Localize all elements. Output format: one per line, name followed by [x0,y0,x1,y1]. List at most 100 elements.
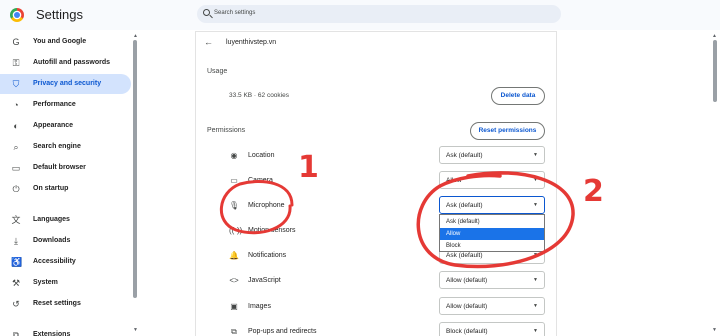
palette-icon: ◐ [13,121,19,131]
sidebar-scroll-up-icon[interactable]: ▲ [133,33,138,39]
permission-select[interactable]: Ask (default) ▼ [439,146,545,164]
permission-row-javascript: <> JavaScript Allow (default) ▼ [196,269,556,293]
location-pin-icon: ◉ [230,151,238,160]
main-scroll-up-icon[interactable]: ▲ [712,33,717,39]
permission-label: Pop-ups and redirects [248,328,317,335]
google-icon: G [12,37,20,47]
key-icon: ⚿ [12,58,20,68]
sidebar-item-label: Accessibility [33,258,76,265]
caret-down-icon: ▼ [533,277,538,283]
sidebar-item-system[interactable]: ⚒ System [0,273,131,293]
delete-data-button[interactable]: Delete data [491,87,545,105]
popup-icon: ⧉ [231,327,237,336]
sidebar-item-accessibility[interactable]: ♿ Accessibility [0,252,131,272]
shield-icon: ⛉ [12,79,20,89]
annotation-number-1: 1 [298,150,319,185]
microphone-dropdown-menu[interactable]: Ask (default) Allow Block [439,214,545,252]
sidebar-item-you-and-google[interactable]: G You and Google [0,32,131,52]
permission-row-images: ▣ Images Allow (default) ▼ [196,295,556,319]
caret-down-icon: ▼ [533,303,538,309]
search-icon [203,9,210,16]
sidebar-item-reset-settings[interactable]: ↺ Reset settings [0,294,131,314]
sidebar-item-label: Extensions [33,331,71,336]
dropdown-option-ask-default-[interactable]: Ask (default) [440,216,544,228]
permission-select[interactable]: Allow (default) ▼ [439,271,545,289]
sidebar-scrollbar[interactable] [133,40,137,298]
puzzle-icon: ⧉ [12,330,20,336]
permission-label: Notifications [248,252,287,259]
back-arrow-icon[interactable]: ← [204,37,213,47]
sidebar: G You and Google ⚿ Autofill and passwords ⛉ P… [0,32,134,336]
sidebar-item-label: You and Google [33,38,87,45]
bell-icon: 🔔 [229,251,239,260]
sidebar-item-label: System [33,279,58,286]
select-value: Ask (default) [446,152,483,159]
main-scrollbar[interactable] [713,40,717,102]
sidebar-item-languages[interactable]: 文 Languages [0,210,131,230]
permission-label: Microphone [248,202,285,209]
sidebar-scroll-down-icon[interactable]: ▼ [133,327,138,333]
translate-icon: 文 [11,215,21,225]
permission-select[interactable]: Allow (default) ▼ [439,297,545,315]
caret-down-icon: ▼ [533,252,538,258]
top-bar: Settings Search settings [0,0,720,30]
sidebar-item-label: Languages [33,216,70,223]
sidebar-item-default-browser[interactable]: ▭ Default browser [0,158,131,178]
reset-permissions-button[interactable]: Reset permissions [470,122,545,140]
caret-down-icon: ▼ [533,328,538,334]
permission-row-location: ◉ Location Ask (default) ▼ [196,144,556,168]
select-value: Block (default) [446,328,488,335]
select-value: Ask (default) [446,202,483,209]
permission-select[interactable]: Ask (default) ▼ [439,196,545,214]
sidebar-item-label: Privacy and security [33,80,102,87]
sidebar-item-search-engine[interactable]: ⌕ Search engine [0,137,131,157]
browser-icon: ▭ [11,163,21,173]
dropdown-option-allow[interactable]: Allow [440,228,544,240]
sidebar-item-performance[interactable]: ◔ Performance [0,95,131,115]
power-icon: ⏻ [12,184,20,194]
sidebar-item-label: Search engine [33,143,81,150]
permission-label: Images [248,303,271,310]
site-settings-card: ← luyenthivstep.vn Usage 33.5 KB · 62 co… [196,32,556,336]
dropdown-option-block[interactable]: Block [440,240,544,252]
download-icon: ⤓ [14,236,18,246]
search-input[interactable]: Search settings [197,5,561,23]
sidebar-item-label: Downloads [33,237,71,244]
select-value: Allow (default) [446,277,488,284]
wrench-icon: ⚒ [11,278,21,288]
permissions-heading: Permissions [207,127,246,134]
page-title: Settings [36,7,83,22]
permission-row-pop-ups-and-redirects: ⧉ Pop-ups and redirects Block (default) ▼ [196,320,556,336]
site-name: luyenthivstep.vn [226,39,277,46]
sidebar-item-label: Autofill and passwords [33,59,111,66]
sidebar-item-extensions[interactable]: ⧉ Extensions [0,325,131,336]
reset-icon: ↺ [12,299,20,309]
sidebar-item-label: Appearance [33,122,74,129]
sidebar-item-on-startup[interactable]: ⏻ On startup [0,179,131,199]
sidebar-item-label: Performance [33,101,76,108]
speedometer-icon: ◔ [13,100,19,110]
camera-icon: ▭ [230,176,238,185]
usage-value: 33.5 KB · 62 cookies [229,92,289,99]
permission-row-camera: ▭ Camera Allow ▼ [196,169,556,193]
permission-select[interactable]: Block (default) ▼ [439,322,545,336]
sidebar-item-autofill-and-passwords[interactable]: ⚿ Autofill and passwords [0,53,131,73]
annotation-number-2: 2 [583,174,604,209]
search-placeholder: Search settings [214,10,256,16]
caret-down-icon: ▼ [533,152,538,158]
permission-select[interactable]: Allow ▼ [439,171,545,189]
motion-sensor-icon: ((·)) [229,226,243,235]
select-value: Allow [446,177,462,184]
permission-label: Location [248,152,275,159]
select-value: Ask (default) [446,252,483,259]
search-icon: ⌕ [13,142,19,152]
image-icon: ▣ [230,302,238,311]
main-scroll-down-icon[interactable]: ▼ [712,327,717,333]
chrome-logo-icon [10,8,24,22]
usage-heading: Usage [207,68,228,75]
sidebar-item-downloads[interactable]: ⤓ Downloads [0,231,131,251]
accessibility-icon: ♿ [11,257,23,267]
sidebar-item-appearance[interactable]: ◐ Appearance [0,116,131,136]
sidebar-item-label: On startup [33,185,69,192]
sidebar-item-privacy-and-security[interactable]: ⛉ Privacy and security [0,74,131,94]
